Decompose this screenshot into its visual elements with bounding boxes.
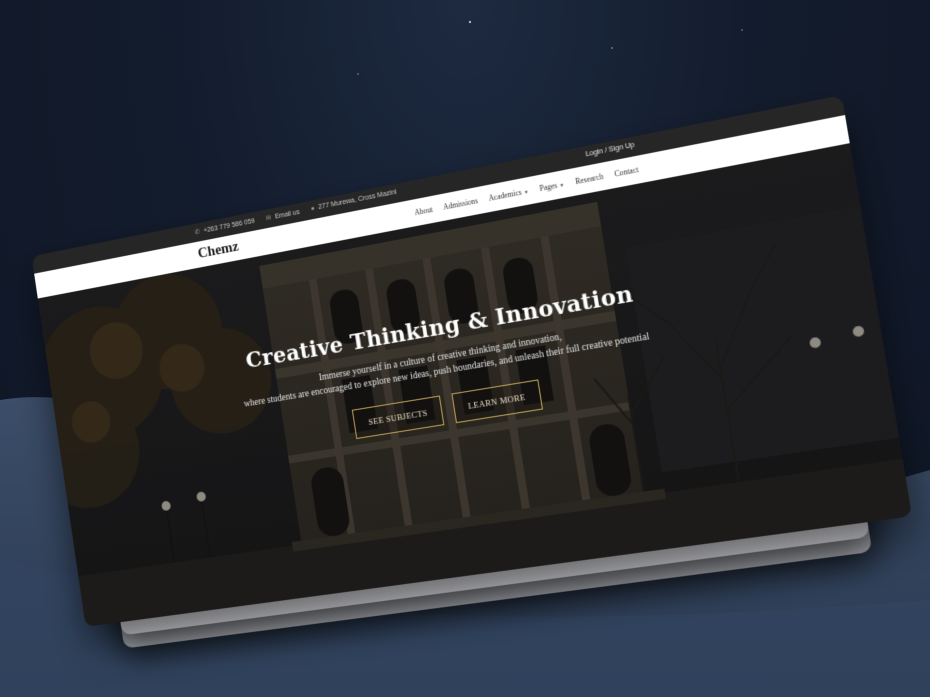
nav-admissions[interactable]: Admissions: [443, 196, 479, 212]
nav-research[interactable]: Research: [575, 172, 604, 186]
map-pin-icon: ●: [310, 205, 316, 213]
nav-academics[interactable]: Academics▼: [488, 186, 529, 203]
brand-logo[interactable]: Chemz: [197, 239, 240, 263]
website-mockup: ✆ +263 779 586 059 ✉ Email us ● 277 Murewa,…: [31, 95, 913, 649]
nav-pages[interactable]: Pages▼: [539, 179, 565, 193]
envelope-icon: ✉: [265, 214, 272, 223]
phone-icon: ✆: [194, 228, 201, 237]
email-contact[interactable]: ✉ Email us: [265, 208, 300, 222]
login-signup-link[interactable]: Login / Sign Up: [585, 142, 635, 159]
nav-about[interactable]: About: [414, 205, 433, 217]
caret-down-icon: ▼: [559, 183, 565, 190]
caret-down-icon: ▼: [523, 190, 530, 197]
nav-contact[interactable]: Contact: [614, 165, 639, 179]
email-link: Email us: [274, 208, 301, 221]
